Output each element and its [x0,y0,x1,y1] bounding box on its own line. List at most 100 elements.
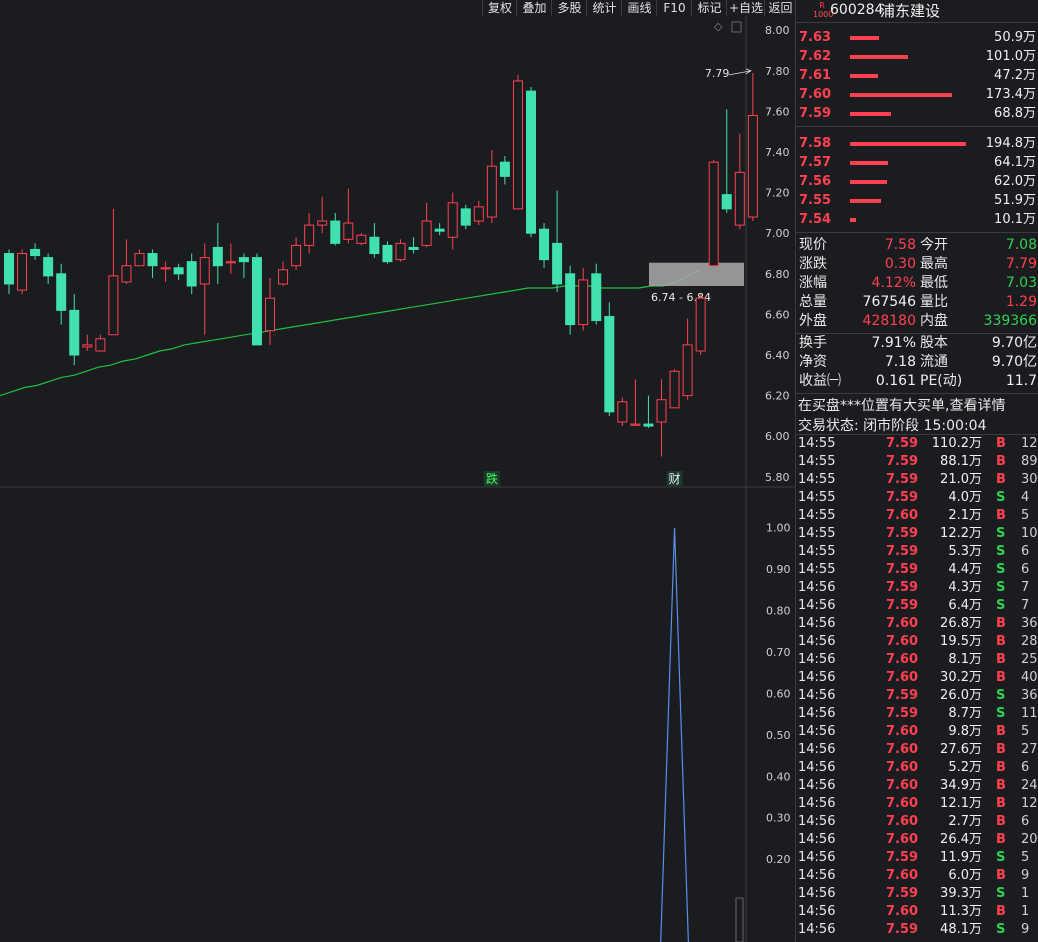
ask-row[interactable]: 7.63 50.9万 [796,28,1038,47]
ask-row[interactable]: 7.61 47.2万 [796,66,1038,85]
candle [539,223,550,268]
candle [173,263,184,280]
fundamental-row: 收益㈠ 0.161 PE(动) 11.7 [799,373,1037,389]
indicator-tick: 0.40 [766,770,791,783]
big-order-notice[interactable]: 在买盘***位置有大买单,查看详情 [798,395,1005,415]
order-volume: 64.1万 [994,155,1036,170]
price-tick: 7.40 [765,146,790,159]
toolbar-button-3[interactable]: 统计 [586,0,622,16]
indicator-tick: 0.30 [766,812,791,825]
candle [43,253,54,284]
candle [108,208,119,336]
trade-row: 14:56 7.59 39.3万 S 1 [798,886,1030,901]
trade-row: 14:557.59110.2万B128 [798,436,1038,451]
toolbar-button-0[interactable]: 复权 [482,0,517,16]
candle [499,156,510,185]
support-zone-box [649,262,744,287]
candle [578,267,589,331]
trade-row: 14:56 7.60 12.1万 B 12 [798,796,1038,811]
trade-row: 14:56 7.60 27.6万 B 27 [798,742,1038,757]
quote-row: 涨跌 0.30 最高 7.79 [799,256,1037,272]
candle [317,196,328,234]
trade-row: 14:55 7.59 88.1万 B 89 [798,454,1038,469]
candle [199,243,210,335]
rating-badge: R 1000 [813,1,834,19]
order-price: 7.57 [799,155,832,170]
toolbar-button-6[interactable]: 标记 [691,0,727,16]
indicator-line [660,527,689,942]
candles [4,72,758,457]
toolbar-button-5[interactable]: F10 [656,0,692,16]
trade-row: 14:56 7.59 4.3万 S 7 [798,580,1030,595]
candle [734,133,745,230]
candle [617,397,628,427]
indicator-tick: 0.70 [766,646,791,659]
toolbar-button-7[interactable]: +自选 [726,0,765,16]
panel-toggle-icon[interactable] [731,21,742,33]
indicator-tick: 0.20 [766,853,791,866]
candle [30,243,41,260]
quote-panel: R 1000 600284 浦东建设 7.63 50.9万 7.62 101.0万 7.6… [795,0,1038,942]
kline-chart[interactable]: 8.00 7.80 7.60 7.40 7.20 7.00 6.80 6.60 6.40 6.20… [0,16,795,942]
order-volume: 101.0万 [985,49,1036,64]
candle [695,294,706,356]
toolbar-button-4[interactable]: 画线 [621,0,657,16]
trade-row: 14:55 7.59 5.3万 S 6 [798,544,1030,559]
bid-row[interactable]: 7.58 194.8万 [796,134,1038,153]
price-tick: 7.60 [765,105,790,118]
toolbar-button-2[interactable]: 多股 [551,0,587,16]
trade-row: 14:56 7.60 8.1万 B 25 [798,652,1038,667]
candle [225,243,236,274]
quote-row: 外盘 428180 内盘 339366 [799,313,1037,329]
candle [291,237,302,270]
candle [512,74,523,210]
indicator-tick: 0.60 [766,687,791,700]
candle [526,87,536,238]
indicator-axis: 1.00 0.90 0.80 0.70 0.60 0.50 0.40 0.30 0.20 [766,522,791,866]
candle [265,277,275,345]
candle [17,249,28,295]
trade-row: 14:56 7.60 5.2万 B 6 [798,760,1030,775]
candle [408,237,419,254]
trade-row: 14:56 7.60 34.9万 B 24 [798,778,1038,793]
toolbar-button-8[interactable]: 返回 [764,0,796,16]
candle [304,212,315,254]
candle [669,369,680,409]
candle [382,241,393,264]
diamond-icon[interactable]: ◇ [714,20,723,33]
bid-row[interactable]: 7.56 62.0万 [796,172,1038,191]
order-volume-bar [850,218,856,222]
candle [630,379,641,427]
bid-row[interactable]: 7.54 10.1万 [796,210,1038,229]
trade-row: 14:56 7.59 26.0万 S 36 [798,688,1038,703]
candle [434,223,445,236]
candle [56,263,67,325]
candle [591,263,602,325]
chart-area[interactable]: 8.00 7.80 7.60 7.40 7.20 7.00 6.80 6.60 6.40 6.20… [0,16,795,942]
order-volume-bar [850,74,878,78]
trade-row: 14:56 7.59 6.4万 S 7 [798,598,1030,613]
candle [721,109,732,213]
high-arrow [728,68,752,76]
toolbar-button-1[interactable]: 叠加 [516,0,552,16]
bid-row[interactable]: 7.57 64.1万 [796,153,1038,172]
ask-row[interactable]: 7.62 101.0万 [796,47,1038,66]
candle [682,318,693,400]
ask-row[interactable]: 7.60 173.4万 [796,85,1038,104]
order-volume: 194.8万 [985,136,1036,151]
order-volume-bar [850,55,908,59]
order-volume-bar [850,161,888,165]
order-volume: 68.8万 [994,106,1036,121]
high-label: 7.79 [705,67,730,80]
bid-row[interactable]: 7.55 51.9万 [796,191,1038,210]
event-marker-label: 跌 [486,471,498,486]
order-volume: 62.0万 [994,174,1036,189]
scroll-handle[interactable] [735,897,744,942]
candle [369,223,380,258]
candle [238,253,249,278]
candle [330,212,341,246]
trade-row: 14:56 7.60 9.8万 B 5 [798,724,1030,739]
candle [356,233,367,246]
stock-code: 600284 [830,2,884,18]
ask-row[interactable]: 7.59 68.8万 [796,104,1038,123]
